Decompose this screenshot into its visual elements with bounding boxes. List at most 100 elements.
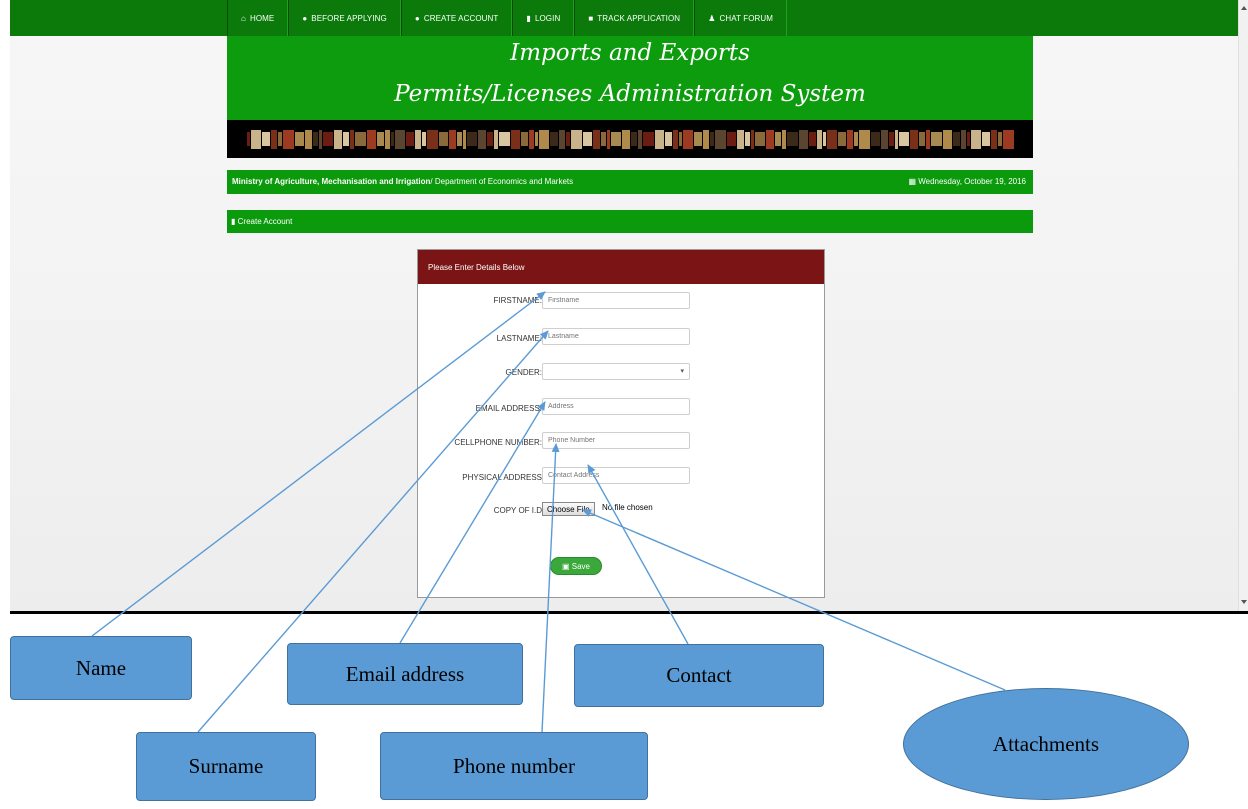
book-spine (323, 132, 333, 146)
callout-attachments: Attachments (903, 688, 1189, 800)
book-spine (529, 129, 534, 149)
book-spine (847, 129, 853, 149)
book-spine (593, 129, 600, 149)
nav-home[interactable]: ⌂ HOME (227, 0, 289, 36)
book-spine (859, 129, 870, 149)
users-icon: ♟ (708, 13, 716, 23)
nav-login[interactable]: ▮ LOGIN (512, 0, 575, 36)
book-spine (539, 129, 549, 149)
cellphone-label: CELLPHONE NUMBER: (454, 438, 542, 447)
book-spine (809, 132, 816, 146)
truck-icon: ■ (588, 13, 594, 23)
book-spine (631, 132, 637, 146)
book-spine (377, 132, 384, 146)
book-spine (967, 132, 970, 146)
book-spine (247, 132, 250, 146)
book-spine (895, 129, 898, 149)
info-circle-icon: ● (302, 13, 308, 23)
file-icon: ▮ (231, 217, 238, 226)
book-spine (1003, 129, 1014, 149)
file-icon: ▮ (526, 13, 531, 23)
save-label: Save (571, 561, 590, 571)
book-spine (478, 129, 486, 149)
callout-email-address: Email address (287, 643, 523, 705)
current-date: ▦ Wednesday, October 19, 2016 (908, 177, 1026, 186)
book-spine (827, 129, 837, 149)
book-spine (406, 132, 414, 146)
book-spine (787, 132, 798, 146)
book-spine (313, 132, 318, 146)
file-status-text: No file chosen (602, 503, 653, 512)
info-circle-icon: ● (414, 13, 420, 23)
book-spine (521, 132, 528, 146)
book-spine (953, 132, 960, 146)
callout-phone-number: Phone number (380, 732, 648, 800)
gender-select[interactable]: ▾ (542, 363, 690, 380)
nav-login-label: LOGIN (534, 13, 561, 23)
book-spine (422, 132, 426, 146)
choose-file-button[interactable]: Choose File (542, 502, 595, 516)
book-spine (305, 129, 312, 149)
physical-address-input[interactable] (542, 467, 690, 484)
nav-create-account-label: CREATE ACCOUNT (423, 13, 499, 23)
book-spine (926, 129, 930, 149)
book-spine (854, 132, 858, 146)
section-title: ▮ Create Account (231, 217, 292, 226)
nav-chat-forum[interactable]: ♟ CHAT FORUM (694, 0, 788, 36)
book-spine (355, 132, 366, 146)
book-spine (745, 132, 750, 146)
book-spine (881, 129, 888, 149)
email-input[interactable] (542, 398, 690, 415)
book-spine (367, 129, 376, 149)
book-spine (571, 129, 582, 149)
book-spine (710, 132, 714, 146)
book-spine (334, 129, 342, 149)
site-title-line1: Imports and Exports (510, 40, 750, 66)
book-spine (511, 129, 520, 149)
book-spine (751, 129, 754, 149)
book-spine (559, 129, 565, 149)
firstname-input[interactable] (542, 292, 690, 309)
book-spine (611, 132, 621, 146)
gender-label: GENDER: (505, 368, 542, 377)
book-spine (673, 129, 678, 149)
book-spine (251, 129, 261, 149)
book-spine (535, 132, 538, 146)
nav-before-applying[interactable]: ● BEFORE APPLYING (288, 0, 401, 36)
scroll-up-icon[interactable] (1241, 6, 1247, 10)
book-spine (919, 132, 925, 146)
book-spine (622, 129, 630, 149)
book-spine (494, 129, 498, 149)
book-spine (319, 129, 322, 149)
bookshelf-banner-image (227, 120, 1033, 158)
book-spine (683, 129, 693, 149)
book-spine (566, 132, 570, 146)
book-spine (278, 132, 282, 146)
vertical-scrollbar[interactable] (1238, 0, 1248, 611)
nav-create-account[interactable]: ● CREATE ACCOUNT (400, 0, 513, 36)
top-navbar: ⌂ HOME ● BEFORE APPLYING ● CREATE ACCOUNT ▮… (10, 0, 1240, 36)
book-spine (799, 129, 808, 149)
screenshot-border (10, 611, 1248, 614)
date-text: Wednesday, October 19, 2016 (918, 177, 1026, 186)
department-name: / Department of Economics and Markets (430, 177, 574, 186)
book-spine (391, 132, 394, 146)
book-spine (817, 129, 822, 149)
book-spine (755, 132, 765, 146)
form-header: Please Enter Details Below (418, 250, 824, 284)
book-spine (457, 132, 462, 146)
save-button[interactable]: ▣ Save (550, 557, 602, 575)
nav-track-application[interactable]: ■ TRACK APPLICATION (574, 0, 695, 36)
lastname-input[interactable] (542, 328, 690, 345)
book-spine (295, 132, 304, 146)
cellphone-input[interactable] (542, 432, 690, 449)
copy-id-label: COPY OF I.D (493, 506, 542, 515)
scroll-down-icon[interactable] (1241, 600, 1247, 604)
nav-chat-forum-label: CHAT FORUM (719, 13, 774, 23)
book-spine (871, 132, 880, 146)
email-label: EMAIL ADDRESS: (475, 404, 542, 413)
home-icon: ⌂ (241, 13, 246, 23)
book-spine (550, 132, 558, 146)
book-spine (998, 132, 1002, 146)
book-spine (961, 129, 966, 149)
